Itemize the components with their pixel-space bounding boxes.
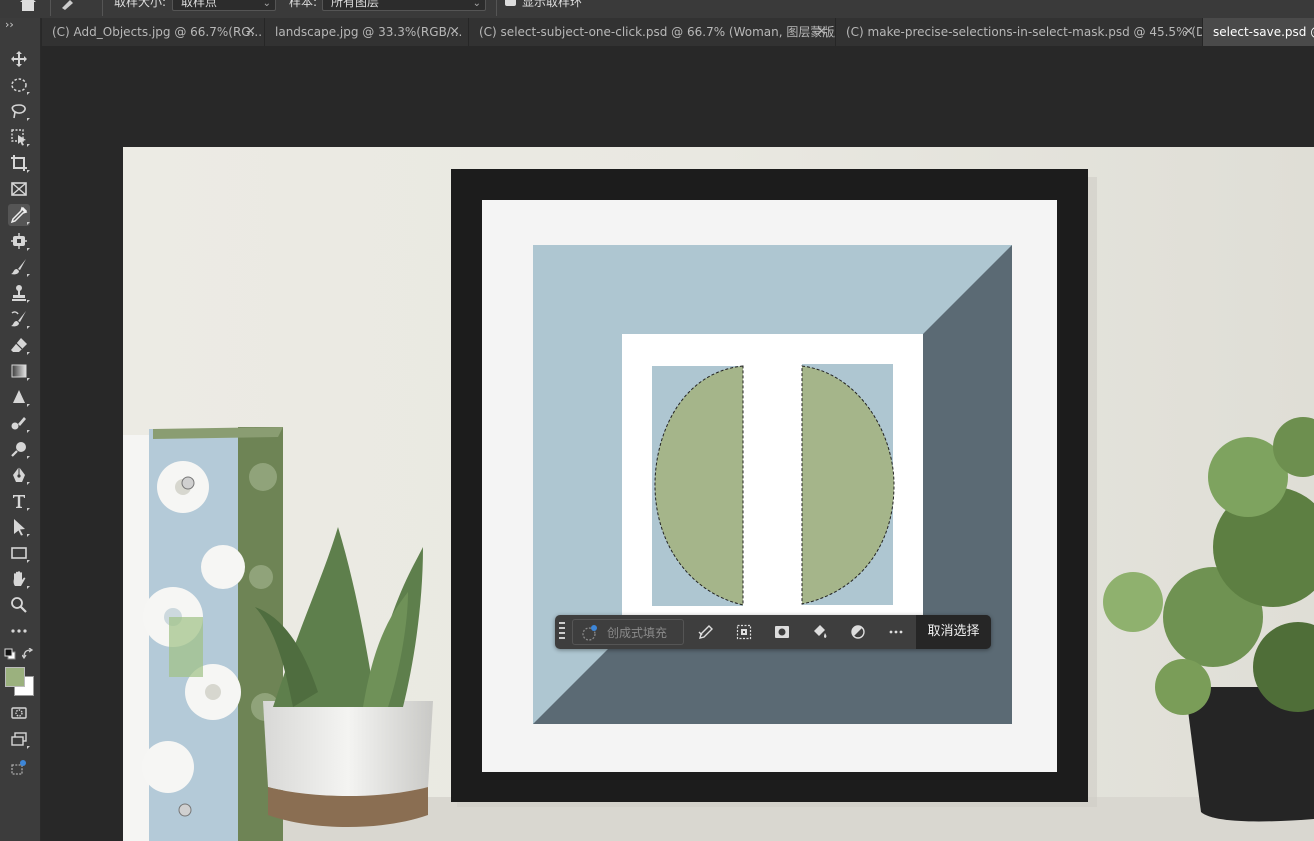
document-tabs: (C) Add_Objects.jpg @ 66.7%(RG... × land… [42,18,1314,46]
close-icon[interactable]: × [245,18,256,46]
more-options-icon[interactable] [886,622,906,642]
frame-tool-icon[interactable] [8,178,30,200]
clone-stamp-tool-icon[interactable] [8,282,30,304]
quick-mask-icon[interactable] [8,702,30,724]
deselect-button[interactable]: 取消选择 [916,615,991,649]
tools-panel: ›› [0,18,41,841]
tab-select-subject[interactable]: (C) select-subject-one-click.psd @ 66.7%… [469,18,836,46]
sample-select[interactable]: 所有图层 ⌄ [322,0,486,11]
close-icon[interactable]: × [449,18,460,46]
generative-fill-label: 创成式填充 [607,626,668,640]
tab-make-precise-selections[interactable]: (C) make-precise-selections-in-select-ma… [836,18,1203,46]
eyedropper-tool-icon[interactable] [8,204,30,226]
blur-tool-icon[interactable] [8,386,30,408]
options-bar: ⌄ 取样大小: 取样点 ⌄ 样本: 所有图层 ⌄ 显示取样环 [0,0,1314,19]
home-icon[interactable] [18,0,38,12]
sample-size-value: 取样点 [181,0,218,9]
divider [102,0,103,16]
screen-mode-icon[interactable] [8,728,30,750]
crop-tool-icon[interactable] [8,152,30,174]
sample-label: 样本: [289,0,318,9]
eraser-tool-icon[interactable] [8,334,30,356]
adjustment-layer-icon[interactable] [848,622,868,642]
history-brush-tool-icon[interactable] [8,308,30,330]
foreground-color-swatch[interactable] [5,667,25,687]
rectangle-tool-icon[interactable] [8,542,30,564]
type-tool-icon[interactable] [8,490,30,512]
close-icon[interactable]: × [1183,18,1194,46]
tab-label: (C) make-precise-selections-in-select-ma… [846,25,1203,39]
contextual-task-bar: 创成式填充 取消选择 [555,615,991,649]
hand-tool-icon[interactable] [8,568,30,590]
generative-fill-button[interactable]: 创成式填充 [572,619,684,645]
tab-select-save[interactable]: select-save.psd @ 6 [1203,18,1314,46]
marquee-tool-icon[interactable] [8,74,30,96]
object-selection-tool-icon[interactable] [8,126,30,148]
eyedropper-preset-icon[interactable] [60,0,80,10]
move-tool-icon[interactable] [8,48,30,70]
photo-scene [123,147,1314,841]
drag-handle-icon[interactable] [559,621,565,643]
show-sampling-ring-checkbox[interactable] [505,0,516,6]
lasso-tool-icon[interactable] [8,100,30,122]
expand-panel-icon[interactable]: ›› [5,18,14,31]
generative-fill-icon [582,625,597,641]
picture-frame [451,169,1088,802]
create-mask-icon[interactable] [772,622,792,642]
zoom-tool-icon[interactable] [8,594,30,616]
document-canvas[interactable] [123,147,1314,841]
brush-tool-icon[interactable] [8,256,30,278]
modify-selection-icon[interactable] [696,622,716,642]
divider [50,0,51,16]
sample-value: 所有图层 [331,0,380,9]
spot-healing-tool-icon[interactable] [8,230,30,252]
dodge-tool-icon[interactable] [8,438,30,460]
select-and-mask-icon[interactable] [734,622,754,642]
sample-size-select[interactable]: 取样点 ⌄ [172,0,276,11]
tab-label: (C) select-subject-one-click.psd @ 66.7%… [479,25,836,39]
default-colors-icon[interactable] [4,648,16,660]
smudge-tool-icon[interactable] [8,412,30,434]
chevron-down-icon: ⌄ [472,0,481,9]
swap-colors-icon[interactable] [22,648,34,660]
tab-landscape[interactable]: landscape.jpg @ 33.3%(RGB/... × [265,18,469,46]
path-selection-tool-icon[interactable] [8,516,30,538]
tab-label: select-save.psd @ 6 [1213,25,1314,39]
tab-label: landscape.jpg @ 33.3%(RGB/... [275,25,463,39]
edit-toolbar-icon[interactable] [8,756,30,778]
tab-label: (C) Add_Objects.jpg @ 66.7%(RG... [52,25,263,39]
chevron-down-icon: ⌄ [262,0,271,9]
close-icon[interactable]: × [816,18,827,46]
fill-selection-icon[interactable] [810,622,830,642]
sample-size-label: 取样大小: [114,0,167,9]
show-sampling-ring-label: 显示取样环 [522,0,583,9]
pen-tool-icon[interactable] [8,464,30,486]
more-tools-icon[interactable] [8,620,30,642]
preset-chevron-icon[interactable]: ⌄ [86,0,94,2]
divider [496,0,497,16]
binder [123,427,283,841]
gradient-tool-icon[interactable] [8,360,30,382]
tab-add-objects[interactable]: (C) Add_Objects.jpg @ 66.7%(RG... × [42,18,265,46]
